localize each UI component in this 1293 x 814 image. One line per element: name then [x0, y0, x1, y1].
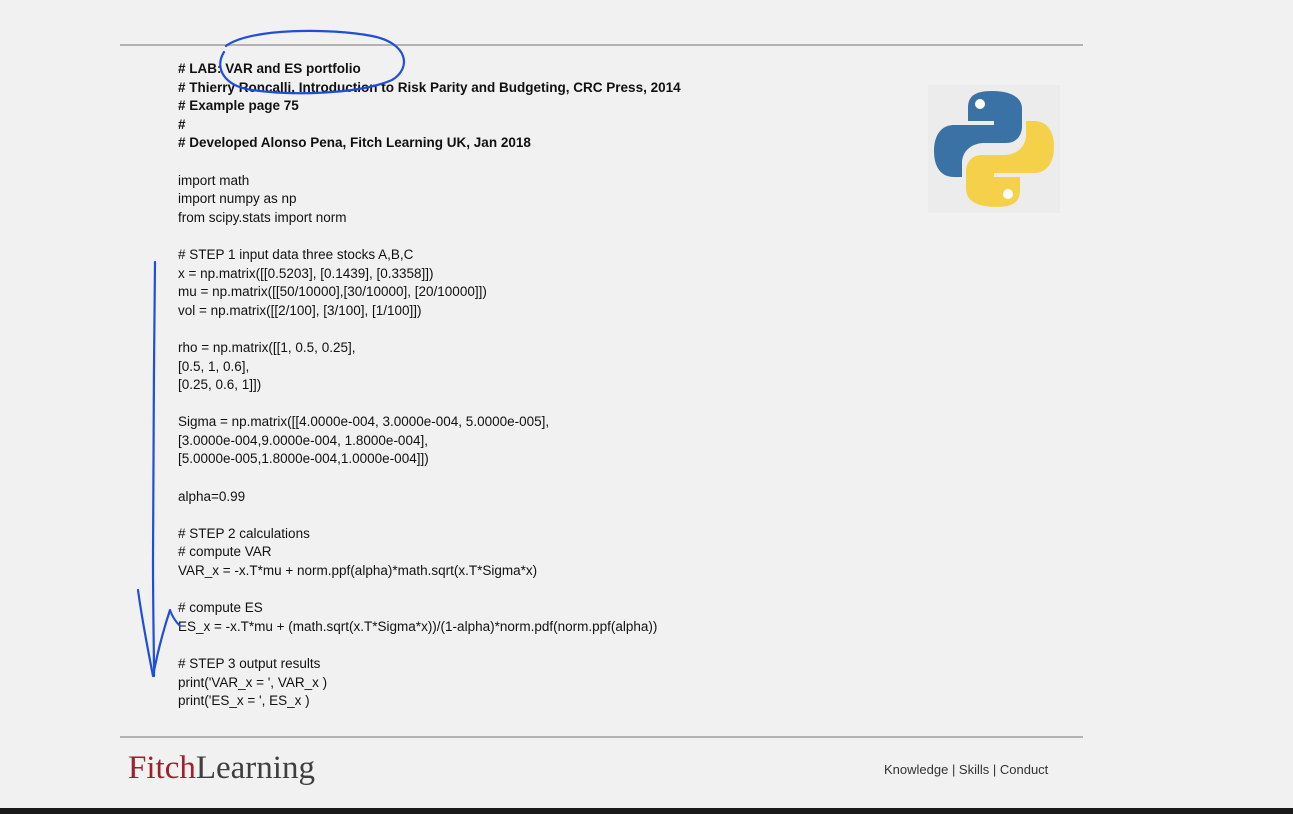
code-line: [3.0000e-004,9.0000e-004, 1.8000e-004],	[178, 432, 428, 448]
code-line: # compute ES	[178, 600, 263, 616]
code-line: alpha=0.99	[178, 488, 246, 504]
code-line: [0.5, 1, 0.6],	[178, 358, 250, 374]
bottom-bar	[0, 808, 1293, 814]
code-line: import math	[178, 172, 250, 188]
python-logo-icon	[928, 85, 1060, 213]
code-line: # Example page 75	[178, 98, 299, 114]
logo-fitch-text: Fitch	[128, 750, 196, 786]
code-line: # Developed Alonso Pena, Fitch Learning …	[178, 135, 531, 151]
code-line: # STEP 1 input data three stocks A,B,C	[178, 246, 414, 262]
code-line: #	[178, 116, 186, 132]
code-line: # compute VAR	[178, 544, 272, 560]
top-divider	[120, 44, 1083, 46]
code-line: from scipy.stats import norm	[178, 209, 347, 225]
code-line: # LAB: VAR and ES portfolio	[178, 61, 361, 76]
code-line: [5.0000e-005,1.8000e-004,1.0000e-004]])	[178, 451, 429, 467]
code-line: VAR_x = -x.T*mu + norm.ppf(alpha)*math.s…	[178, 563, 538, 579]
code-line: print('VAR_x = ', VAR_x )	[178, 674, 328, 690]
logo-learning-text: Learning	[195, 750, 315, 786]
code-line: vol = np.matrix([[2/100], [3/100], [1/10…	[178, 302, 422, 318]
code-line: [0.25, 0.6, 1]])	[178, 377, 262, 393]
footer-tagline: Knowledge | Skills | Conduct	[884, 762, 1049, 777]
fitch-learning-logo: FitchLearning	[128, 748, 315, 788]
code-line: mu = np.matrix([[50/10000],[30/10000], […	[178, 284, 487, 300]
code-line: # STEP 2 calculations	[178, 525, 310, 541]
bottom-divider	[120, 736, 1083, 738]
code-line: # Thierry Roncalli, Introduction to Risk…	[178, 79, 681, 95]
code-line: Sigma = np.matrix([[4.0000e-004, 3.0000e…	[178, 414, 550, 430]
code-line: ES_x = -x.T*mu + (math.sqrt(x.T*Sigma*x)…	[178, 618, 658, 634]
code-line: x = np.matrix([[0.5203], [0.1439], [0.33…	[178, 265, 434, 281]
code-line: # STEP 3 output results	[178, 656, 321, 671]
code-listing: # LAB: VAR and ES portfolio # Thierry Ron…	[178, 60, 938, 711]
code-line: import numpy as np	[178, 191, 297, 207]
code-line: rho = np.matrix([[1, 0.5, 0.25],	[178, 339, 356, 355]
code-line: print('ES_x = ', ES_x )	[178, 693, 310, 709]
